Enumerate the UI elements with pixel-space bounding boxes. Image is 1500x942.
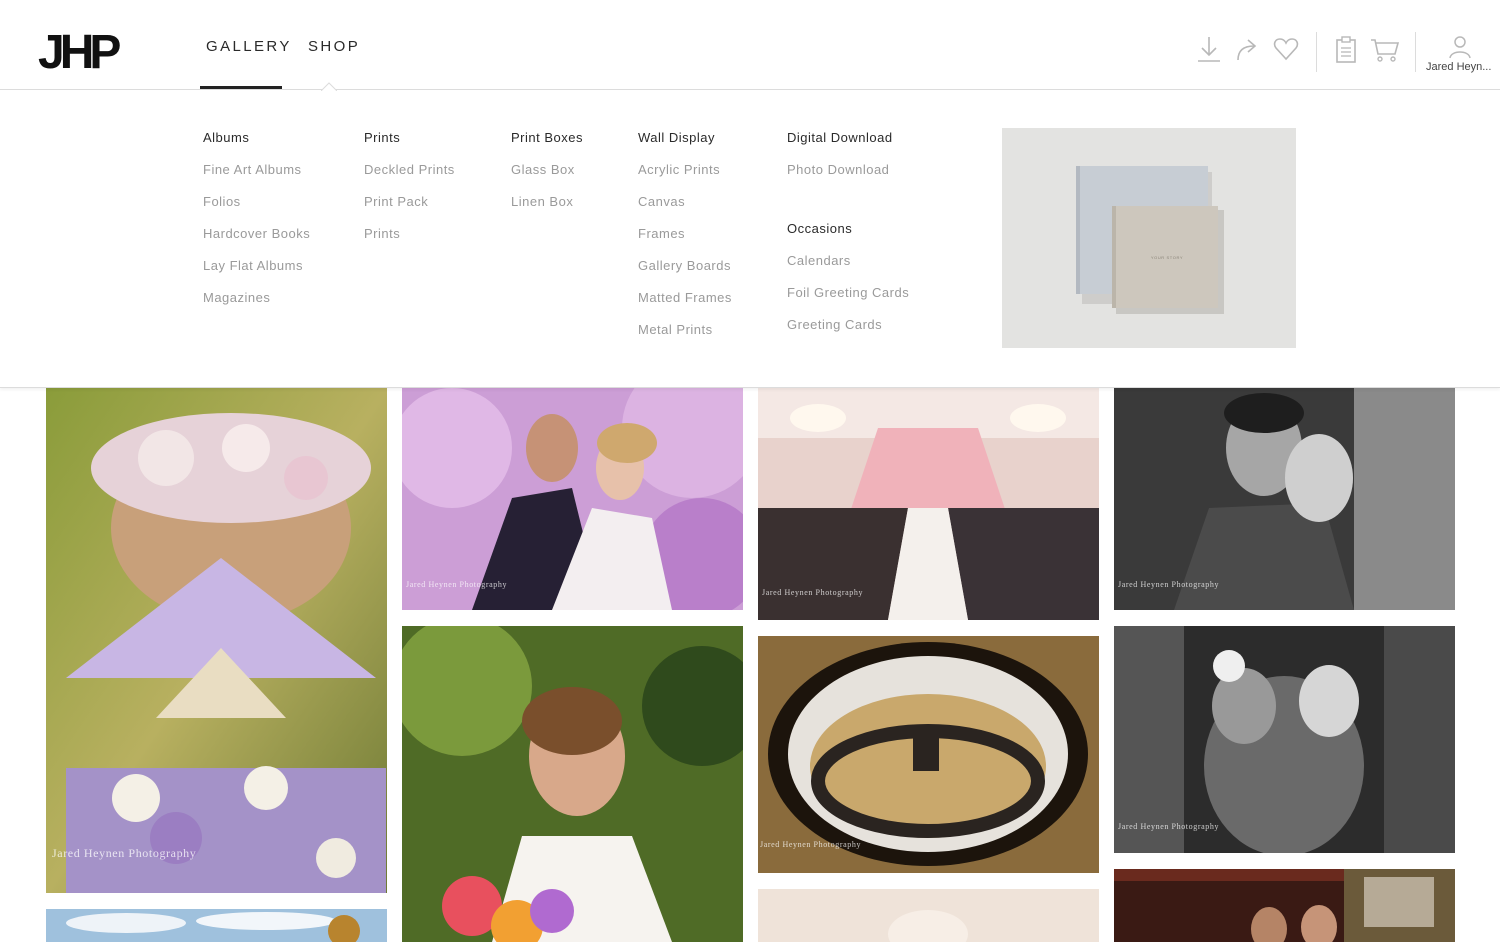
photo-bride-flower-crown[interactable]: Jared Heynen Photography [46,388,387,893]
svg-text:YOUR STORY: YOUR STORY [1151,255,1183,260]
menu-item-glass-box[interactable]: Glass Box [511,162,583,194]
menu-column-print-boxes: Print Boxes Glass Box Linen Box [511,130,583,226]
menu-item-matted-frames[interactable]: Matted Frames [638,290,732,322]
photo-groom-embrace-bw[interactable]: Jared Heynen Photography [1114,388,1455,610]
menu-item-lay-flat-albums[interactable]: Lay Flat Albums [203,258,310,290]
toolbar-divider [1415,32,1416,72]
menu-item-frames[interactable]: Frames [638,226,732,258]
menu-item-hardcover-books[interactable]: Hardcover Books [203,226,310,258]
svg-text:JHP: JHP [38,26,120,72]
promo-album-image[interactable]: YOUR STORY [1002,128,1296,348]
menu-item-gallery-boards[interactable]: Gallery Boards [638,258,732,290]
photo-couple-balcony[interactable]: Jared Heynen Photography [758,636,1099,873]
clipboard-icon[interactable] [1333,34,1359,64]
photo-watermark: Jared Heynen Photography [1118,822,1220,831]
menu-item-prints[interactable]: Prints [364,226,455,258]
menu-item-acrylic-prints[interactable]: Acrylic Prints [638,162,732,194]
share-icon[interactable] [1234,34,1260,64]
menu-column-albums: Albums Fine Art Albums Folios Hardcover … [203,130,310,322]
photo-watermark: Jared Heynen Photography [1118,580,1220,589]
menu-column-digital-download: Digital Download Photo Download Occasion… [787,130,909,349]
tab-gallery[interactable]: GALLERY [206,38,292,55]
photo-landscape[interactable] [46,909,387,942]
menu-heading-wall-display[interactable]: Wall Display [638,130,732,162]
menu-heading-albums[interactable]: Albums [203,130,310,162]
menu-item-fine-art-albums[interactable]: Fine Art Albums [203,162,310,194]
menu-item-folios[interactable]: Folios [203,194,310,226]
menu-item-linen-box[interactable]: Linen Box [511,194,583,226]
caret-up-icon [321,82,337,91]
menu-item-magazines[interactable]: Magazines [203,290,310,322]
photo-couple-portrait[interactable] [1114,869,1455,942]
photo-bride-bouquet[interactable] [402,626,743,942]
tab-shop[interactable]: SHOP [308,38,360,55]
photo-watermark: Jared Heynen Photography [406,580,508,589]
toolbar-divider [1316,32,1317,72]
photo-hug-bw[interactable]: Jared Heynen Photography [1114,626,1455,853]
cart-icon[interactable] [1370,34,1400,64]
shop-dropdown-menu: Albums Fine Art Albums Folios Hardcover … [0,90,1500,388]
photo-watermark: Jared Heynen Photography [52,846,197,860]
menu-item-metal-prints[interactable]: Metal Prints [638,322,732,354]
menu-heading-digital-download[interactable]: Digital Download [787,130,909,162]
menu-item-calendars[interactable]: Calendars [787,253,909,285]
photo-couple-blossoms[interactable]: Jared Heynen Photography [402,388,743,610]
menu-heading-print-boxes[interactable]: Print Boxes [511,130,583,162]
menu-item-photo-download[interactable]: Photo Download [787,162,909,194]
jhp-logo[interactable]: JHP [38,26,128,72]
menu-item-greeting-cards[interactable]: Greeting Cards [787,317,909,349]
heart-icon[interactable] [1273,34,1299,64]
menu-heading-prints[interactable]: Prints [364,130,455,162]
user-name[interactable]: Jared Heyn... [1426,61,1496,73]
menu-item-deckled-prints[interactable]: Deckled Prints [364,162,455,194]
photo-watermark: Jared Heynen Photography [762,588,864,597]
menu-item-foil-greeting-cards[interactable]: Foil Greeting Cards [787,285,909,317]
photo-ceremony-aisle[interactable]: Jared Heynen Photography [758,388,1099,620]
photo-watermark: Jared Heynen Photography [760,840,862,849]
active-tab-indicator [200,86,282,89]
menu-heading-occasions[interactable]: Occasions [787,221,909,253]
menu-item-canvas[interactable]: Canvas [638,194,732,226]
menu-column-wall-display: Wall Display Acrylic Prints Canvas Frame… [638,130,732,354]
album-books-illustration: YOUR STORY [1076,166,1224,314]
menu-column-prints: Prints Deckled Prints Print Pack Prints [364,130,455,258]
menu-item-print-pack[interactable]: Print Pack [364,194,455,226]
top-header: JHP GALLERY SHOP Jared Heyn... [0,0,1500,91]
photo-soft-floral[interactable] [758,889,1099,942]
user-icon[interactable] [1448,35,1472,59]
download-icon[interactable] [1196,34,1222,64]
